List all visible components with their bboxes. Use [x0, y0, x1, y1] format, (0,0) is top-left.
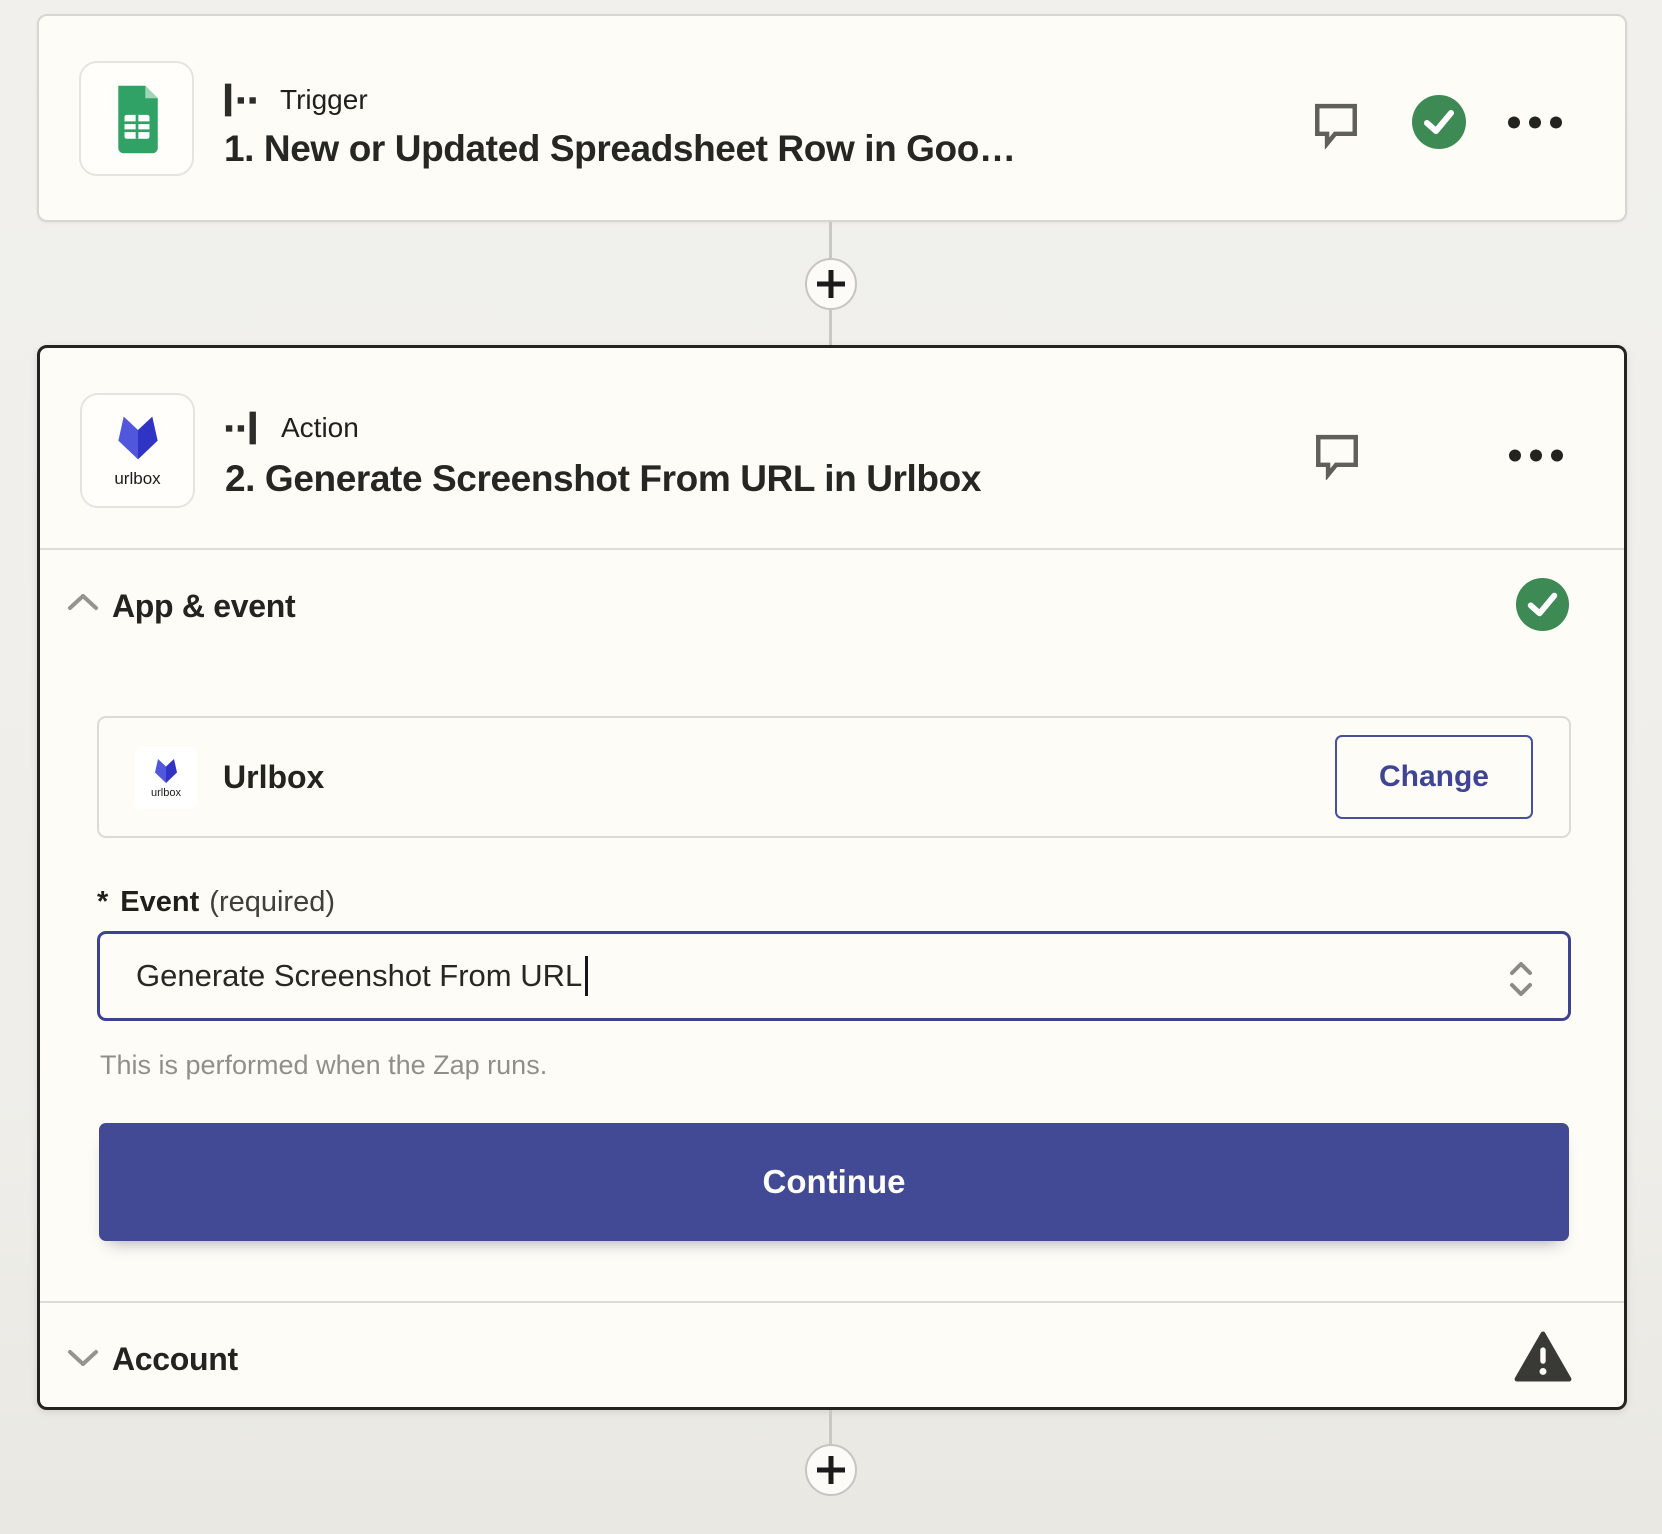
ellipsis-icon — [1508, 449, 1564, 462]
select-spinner-icon — [1508, 960, 1534, 1003]
google-sheets-icon — [79, 61, 194, 176]
trigger-step-title: 1. New or Updated Spreadsheet Row in Goo… — [224, 128, 1304, 170]
google-sheets-glyph — [110, 83, 164, 155]
urlbox-logo-glyph — [109, 413, 167, 463]
app-event-section-toggle[interactable]: App & event — [40, 578, 1624, 638]
trigger-complete-check-icon — [1411, 94, 1467, 150]
text-cursor — [585, 956, 588, 996]
action-step-card: urlbox Action 2. Generate Screenshot Fro… — [37, 345, 1627, 1410]
urlbox-mini-label: urlbox — [151, 787, 181, 799]
trigger-step-icon — [224, 82, 264, 118]
continue-button[interactable]: Continue — [99, 1123, 1569, 1241]
event-select-value: Generate Screenshot From URL — [136, 958, 582, 994]
event-select[interactable]: Generate Screenshot From URL — [97, 931, 1571, 1021]
header-divider — [40, 548, 1624, 550]
chevron-down-icon — [67, 1348, 99, 1371]
urlbox-icon: urlbox — [80, 393, 195, 508]
trigger-step-card[interactable]: Trigger 1. New or Updated Spreadsheet Ro… — [37, 14, 1627, 222]
trigger-menu-button[interactable] — [1507, 102, 1563, 142]
trigger-comment-button[interactable] — [1309, 97, 1363, 151]
event-field-label: * Event (required) — [97, 884, 335, 920]
event-helper-text: This is performed when the Zap runs. — [100, 1048, 547, 1082]
comment-icon — [1311, 99, 1361, 149]
required-marker: * — [97, 886, 108, 918]
action-step-type-label: Action — [281, 412, 359, 444]
urlbox-mini-icon: urlbox — [135, 747, 197, 809]
trigger-step-type-label: Trigger — [280, 84, 368, 116]
section-divider — [40, 1301, 1624, 1303]
trigger-step-type: Trigger — [224, 82, 368, 118]
account-heading: Account — [112, 1337, 238, 1381]
selected-app-name: Urlbox — [223, 718, 324, 836]
app-selector: urlbox Urlbox Change — [97, 716, 1571, 838]
required-label: (required) — [209, 886, 335, 918]
connector-line — [829, 1410, 832, 1446]
add-step-button[interactable] — [805, 258, 857, 310]
plus-icon — [816, 1455, 846, 1485]
account-section-toggle[interactable]: Account — [40, 1330, 1624, 1394]
action-menu-button[interactable] — [1508, 435, 1564, 475]
action-comment-button[interactable] — [1310, 428, 1364, 482]
action-step-title: 2. Generate Screenshot From URL in Urlbo… — [225, 458, 1305, 500]
change-app-button[interactable]: Change — [1335, 735, 1533, 819]
action-step-icon — [225, 410, 265, 446]
app-event-heading: App & event — [112, 584, 295, 628]
chevron-up-icon — [67, 592, 99, 615]
plus-icon — [816, 269, 846, 299]
comment-icon — [1312, 430, 1362, 480]
action-step-type: Action — [225, 410, 359, 446]
account-warning-icon — [1514, 1330, 1572, 1384]
ellipsis-icon — [1507, 116, 1563, 129]
section-complete-check-icon — [1515, 577, 1570, 632]
add-step-button[interactable] — [805, 1444, 857, 1496]
urlbox-logo-label: urlbox — [114, 469, 160, 489]
event-label-text: Event — [120, 886, 199, 918]
zap-editor-canvas: Trigger 1. New or Updated Spreadsheet Ro… — [0, 0, 1662, 1534]
